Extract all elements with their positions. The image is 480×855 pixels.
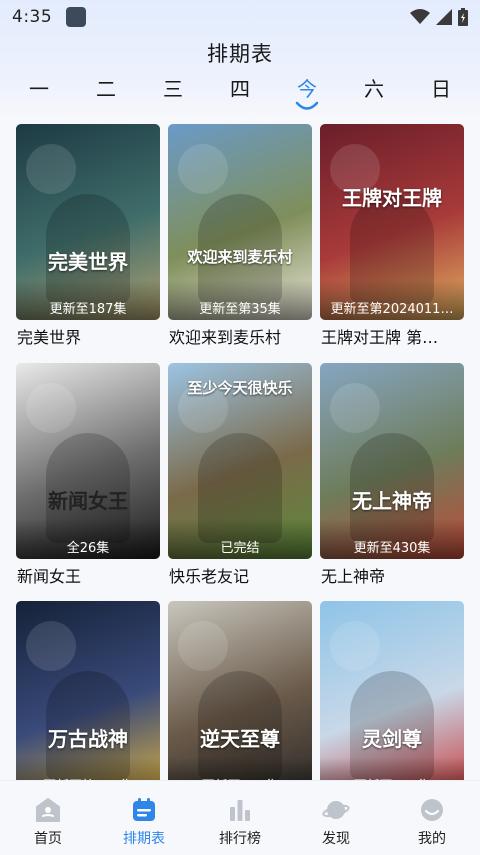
- day-label: 日: [431, 77, 451, 101]
- poster-highlight: [330, 621, 380, 671]
- show-title: 无上神帝: [321, 567, 386, 586]
- show-card[interactable]: 新闻女王 全26集 新闻女王: [16, 363, 160, 593]
- calendar-icon: [133, 798, 155, 821]
- active-indicator-icon: [295, 101, 319, 110]
- tab-label: 排期表: [123, 831, 165, 847]
- tab-label: 我的: [418, 831, 446, 847]
- poster-title-art: 王牌对王牌: [342, 186, 442, 210]
- poster-title-art: 逆天至尊: [200, 727, 280, 751]
- poster-title-art: 至少今天很快乐: [187, 379, 293, 397]
- battery-icon: [458, 8, 468, 26]
- show-poster: 至少今天很快乐 已完结: [168, 363, 312, 559]
- poster-title-art: 完美世界: [48, 250, 128, 274]
- show-card[interactable]: 至少今天很快乐 已完结快乐老友记: [168, 363, 312, 593]
- day-label: 一: [29, 77, 49, 101]
- tab-day-3[interactable]: 三: [140, 76, 206, 112]
- show-poster: 欢迎来到麦乐村 更新至第35集: [168, 124, 312, 320]
- poster-title-art: 欢迎来到麦乐村: [187, 248, 293, 266]
- home-icon: [36, 798, 60, 822]
- poster-title-art: 灵剑尊: [362, 727, 422, 751]
- episode-caption: 更新至430集: [353, 541, 431, 556]
- tab-schedule[interactable]: 排期表: [96, 781, 192, 855]
- show-poster: 逆天至尊更新至259集: [168, 601, 312, 797]
- poster-title-art: 万古战神: [48, 727, 128, 751]
- show-poster: 灵剑尊更新至589集: [320, 601, 464, 797]
- episode-caption: 全26集: [66, 541, 110, 556]
- tab-day-7[interactable]: 日: [408, 76, 474, 112]
- show-poster: 完美世界更新至187集: [16, 124, 160, 320]
- tab-day-2[interactable]: 二: [73, 76, 139, 112]
- tab-profile[interactable]: 我的: [384, 781, 480, 855]
- tab-home[interactable]: 首页: [0, 781, 96, 855]
- show-poster: 无上神帝更新至430集: [320, 363, 464, 559]
- show-card[interactable]: 无上神帝 更新至430集 无上神帝: [320, 363, 464, 593]
- planet-icon: [322, 801, 350, 819]
- status-icons: [410, 8, 468, 26]
- poster-highlight: [330, 383, 380, 433]
- show-title: 完美世界: [17, 328, 82, 347]
- bottom-tab-bar: 首页 排期表 排行榜 发现 我的: [0, 780, 480, 855]
- poster-title-art: 新闻女王: [48, 489, 128, 513]
- show-poster: 王牌对王牌更新至第2024011…: [320, 124, 464, 320]
- poster-highlight: [26, 144, 76, 194]
- tab-day-today[interactable]: 今: [274, 76, 340, 112]
- status-time: 4:35: [12, 7, 53, 27]
- episode-caption: 更新至第2024011…: [330, 302, 454, 317]
- day-label: 今: [297, 77, 317, 101]
- show-title: 欢迎来到麦乐村: [169, 328, 282, 347]
- episode-caption: 更新至187集: [49, 302, 127, 317]
- tab-label: 首页: [34, 831, 62, 847]
- tab-label: 发现: [322, 831, 350, 847]
- episode-caption: 已完结: [220, 541, 260, 556]
- poster-highlight: [178, 144, 228, 194]
- tab-day-4[interactable]: 四: [207, 76, 273, 112]
- sim-icon: [66, 7, 87, 27]
- poster-title-art: 无上神帝: [352, 489, 432, 513]
- show-card[interactable]: 完美世界 更新至187集 完美世界: [16, 124, 160, 354]
- poster-highlight: [26, 621, 76, 671]
- status-bar: 4:35: [0, 0, 480, 34]
- tab-label: 排行榜: [219, 831, 261, 847]
- day-label: 六: [364, 77, 384, 101]
- tab-ranking[interactable]: 排行榜: [192, 781, 288, 855]
- signal-icon: [436, 9, 452, 25]
- tab-discover[interactable]: 发现: [288, 781, 384, 855]
- tab-day-6[interactable]: 六: [341, 76, 407, 112]
- show-poster: 万古战神更新至第194集: [16, 601, 160, 797]
- poster-highlight: [178, 621, 228, 671]
- show-title: 快乐老友记: [169, 567, 250, 586]
- wifi-icon: [410, 9, 430, 24]
- episode-caption: 更新至第35集: [199, 302, 281, 317]
- day-label: 二: [96, 77, 116, 101]
- bar-chart-icon: [230, 800, 250, 821]
- show-title: 新闻女王: [17, 567, 82, 586]
- show-title: 王牌对王牌 第…: [321, 328, 439, 347]
- show-card[interactable]: 王牌对王牌更新至第2024011… 王牌对王牌 第…: [320, 124, 464, 354]
- smiley-icon: [421, 799, 443, 821]
- show-card[interactable]: 欢迎来到麦乐村 更新至第35集 欢迎来到麦乐村: [168, 124, 312, 354]
- poster-highlight: [26, 383, 76, 433]
- weekday-tabs: 一 二 三 四 今 六 日: [6, 76, 474, 112]
- day-label: 三: [163, 77, 183, 101]
- tab-day-1[interactable]: 一: [6, 76, 72, 112]
- page-title: 排期表: [207, 42, 273, 66]
- show-poster: 新闻女王全26集: [16, 363, 160, 559]
- day-label: 四: [230, 77, 250, 101]
